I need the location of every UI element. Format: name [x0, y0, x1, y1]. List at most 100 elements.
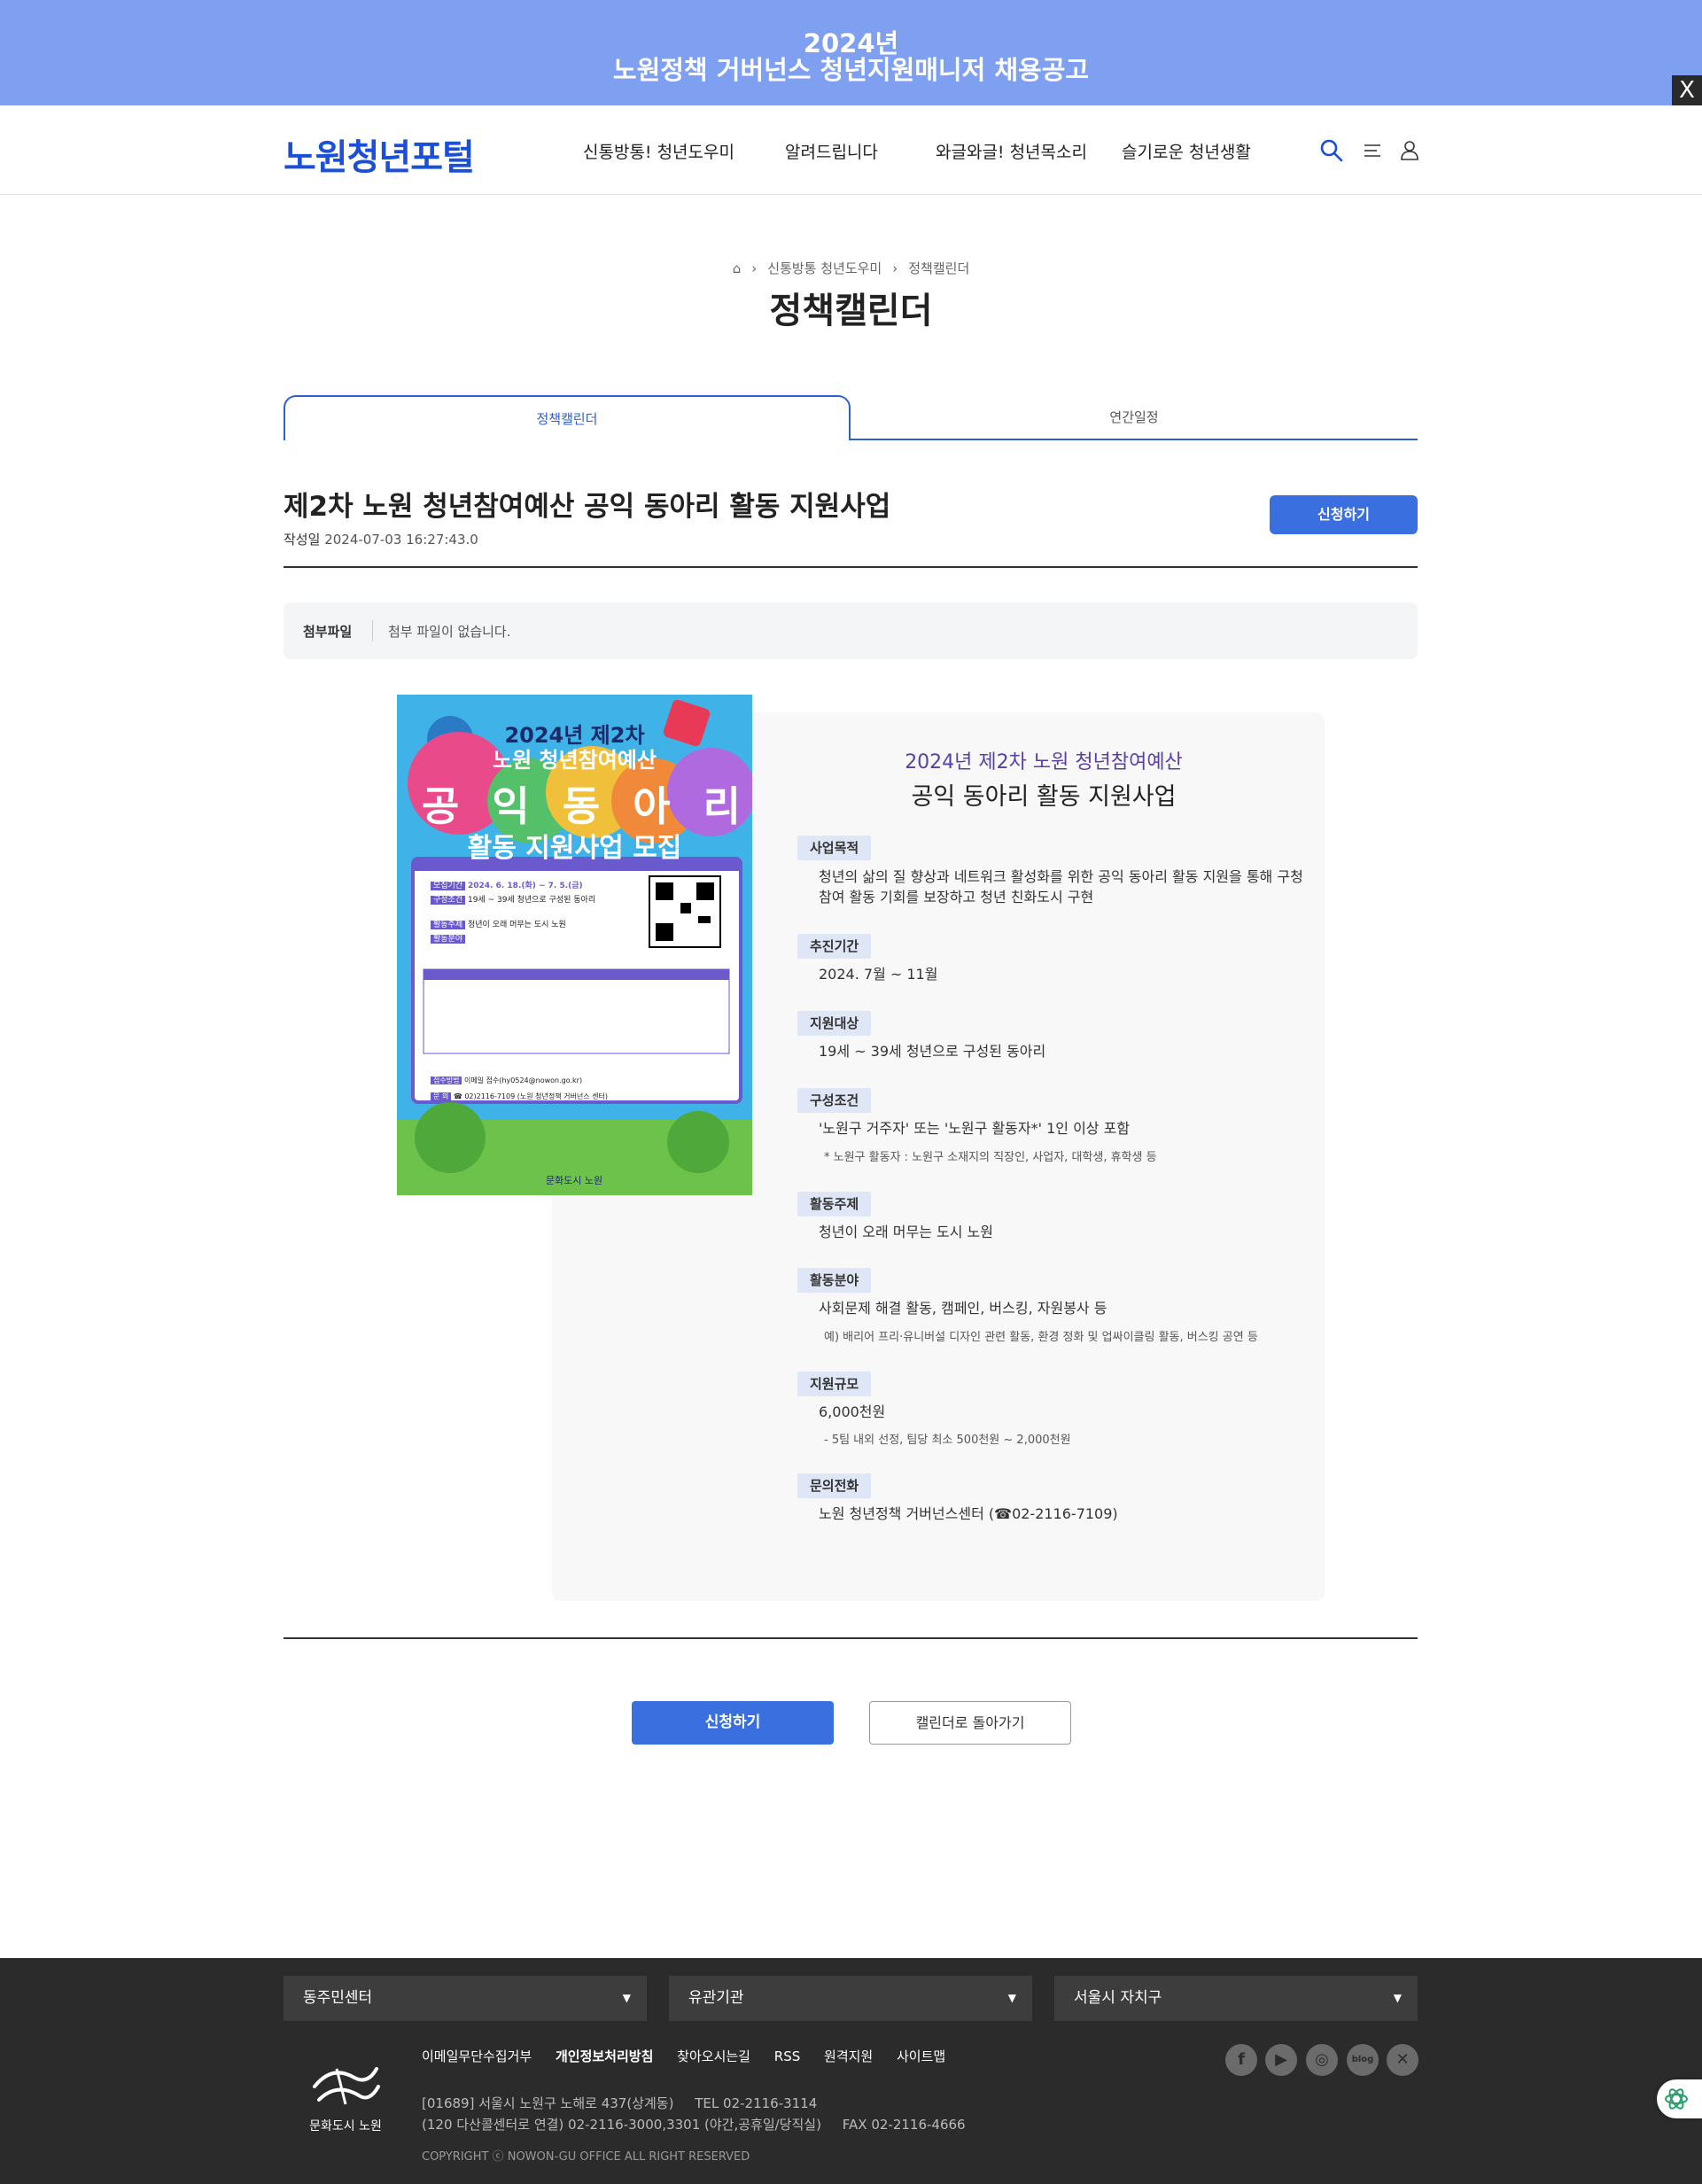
- divider: [284, 1637, 1418, 1639]
- footer-link[interactable]: 사이트맵: [897, 2048, 945, 2064]
- section-note: - 5팀 내외 선정, 팀당 최소 500천원 ~ 2,000천원: [824, 1434, 1071, 1447]
- poster-char: 동: [562, 782, 601, 830]
- section-value: 19세 ~ 39세 청년으로 구성된 동아리: [819, 1043, 1046, 1060]
- page-title: 정책캘린더: [769, 291, 933, 331]
- select-seoul-district[interactable]: 서울시 자치구 ▼: [1054, 1976, 1418, 2021]
- apply-button-bottom[interactable]: 신청하기: [632, 1701, 834, 1745]
- footer-link[interactable]: 이메일무단수집거부: [422, 2048, 532, 2064]
- poster-row: 문 의 ☎ 02)2116-7109 (노원 청년정책 거버넌스 센터): [431, 1092, 732, 1102]
- caret-down-icon: ▼: [1393, 1992, 1402, 2004]
- back-to-calendar-button[interactable]: 캘린더로 돌아가기: [869, 1701, 1071, 1745]
- poster-row: 모집기간 2024. 6. 18.(화) ~ 7. 5.(금): [431, 881, 643, 892]
- footer-address: [01689] 서울시 노원구 노해로 437(상계동) TEL 02-2116…: [422, 2093, 966, 2135]
- banner-close-button[interactable]: X: [1672, 75, 1702, 105]
- breadcrumb-item[interactable]: 신통방통 청년도우미: [767, 260, 882, 276]
- select-related-org[interactable]: 유관기관 ▼: [669, 1976, 1032, 2021]
- user-icon[interactable]: [1396, 137, 1423, 164]
- tab-policy-calendar[interactable]: 정책캘린더: [284, 395, 851, 440]
- menu-icon[interactable]: [1359, 137, 1386, 164]
- poster-row-key: 접수방법: [431, 1076, 462, 1084]
- search-icon[interactable]: [1318, 137, 1345, 164]
- poster-row: 구성조건 19세 ~ 39세 청년으로 구성된 동아리: [431, 895, 643, 906]
- section-value: 청년이 오래 머무는 도시 노원: [819, 1224, 993, 1240]
- poster-char: 아: [633, 782, 671, 830]
- section-note: * 노원구 활동자 : 노원구 소재지의 직장인, 사업자, 대학생, 휴학생 …: [824, 1151, 1157, 1164]
- top-banner[interactable]: 2024년 노원정책 거버넌스 청년지원매니저 채용공고 X: [0, 0, 1702, 105]
- site-logo[interactable]: 노원청년포털: [284, 128, 475, 180]
- footer-link[interactable]: 원격지원: [824, 2048, 873, 2064]
- youtube-icon[interactable]: ▶: [1265, 2044, 1297, 2076]
- footer-link[interactable]: RSS: [774, 2048, 800, 2064]
- caret-down-icon: ▼: [1007, 1992, 1016, 2004]
- divider: [284, 566, 1418, 568]
- poster-row: 접수방법 이메일 접수(hy0524@nowon.go.kr): [431, 1076, 732, 1086]
- nav-item-voice[interactable]: 와글와글! 청년목소리: [936, 139, 1087, 163]
- poster-row-key: 모집기간: [431, 882, 466, 890]
- section-label: 추진기간: [797, 934, 872, 959]
- section-value: 2024. 7월 ~ 11월: [819, 966, 938, 983]
- section-note: 예) 배리어 프리·유니버설 디자인 관련 활동, 환경 정화 및 업싸이클링 …: [824, 1331, 1258, 1344]
- footer-link[interactable]: 찾아오시는길: [677, 2048, 750, 2064]
- footer-links: 이메일무단수집거부 개인정보처리방침 찾아오시는길 RSS 원격지원 사이트맵: [422, 2047, 965, 2065]
- poster-line4: 활동 지원사업 모집: [467, 833, 682, 864]
- facebook-icon[interactable]: f: [1225, 2044, 1257, 2076]
- section-label: 문의전화: [797, 1473, 872, 1498]
- post-date: 작성일 2024-07-03 16:27:43.0: [284, 530, 478, 548]
- attachment-label: 첨부파일: [303, 624, 353, 640]
- footer-logo: 문화도시 노원: [306, 2060, 385, 2133]
- caret-down-icon: ▼: [622, 1992, 631, 2004]
- poster-row-key: 활동분야: [431, 935, 466, 944]
- select-community-center[interactable]: 동주민센터 ▼: [284, 1976, 647, 2021]
- section-label: 활동분야: [797, 1268, 872, 1293]
- chat-assistant-button[interactable]: [1657, 2079, 1702, 2118]
- blog-icon[interactable]: blog: [1347, 2044, 1379, 2076]
- poster-row-value: 2024. 6. 18.(화) ~ 7. 5.(금): [468, 882, 583, 890]
- section-value: 참여 활동 기회를 보장하고 청년 친화도시 구현: [819, 889, 1094, 905]
- poster-rows: 모집기간 2024. 6. 18.(화) ~ 7. 5.(금) 구성조건 19세…: [431, 881, 643, 945]
- poster-row-key: 구성조건: [431, 896, 466, 905]
- section-label: 지원대상: [797, 1011, 872, 1036]
- poster-char: 공: [422, 782, 460, 830]
- nav-item-notice[interactable]: 알려드립니다: [785, 139, 878, 163]
- attachment-bar: 첨부파일 첨부 파일이 없습니다.: [284, 602, 1418, 659]
- poster-row: 활동주제 청년이 오래 머무는 도시 노원: [431, 920, 643, 931]
- address-line: (120 다산콜센터로 연결) 02-2116-3000,3301 (야간,공휴…: [422, 2117, 966, 2133]
- banner-title: 노원정책 거버넌스 청년지원매니저 채용공고: [612, 55, 1090, 85]
- nav-item-life[interactable]: 슬기로운 청년생활: [1122, 139, 1251, 163]
- attachment-value: 첨부 파일이 없습니다.: [388, 624, 511, 640]
- poster-line2: 노원 청년참여예산: [493, 748, 657, 773]
- post-date-label: 작성일: [284, 532, 321, 548]
- section-label: 구성조건: [797, 1088, 872, 1113]
- poster-row-value: 19세 ~ 39세 청년으로 구성된 동아리: [468, 896, 596, 905]
- apply-button[interactable]: 신청하기: [1270, 495, 1418, 534]
- poster-row-value: 이메일 접수(hy0524@nowon.go.kr): [464, 1076, 583, 1084]
- post-title: 제2차 노원 청년참여예산 공익 동아리 활동 지원사업: [284, 491, 891, 523]
- poster-row: 활동분야: [431, 934, 643, 945]
- home-icon[interactable]: ⌂: [733, 260, 742, 276]
- nowon-logo-icon: [313, 2067, 380, 2105]
- instagram-icon[interactable]: ◎: [1306, 2044, 1338, 2076]
- poster-image: 2024년 제2차 노원 청년참여예산 공 익 동 아 리 활동 지원사업 모집…: [397, 695, 752, 1195]
- nav-item-helper[interactable]: 신통방통! 청년도우미: [583, 139, 734, 163]
- section-value: '노원구 거주자' 또는 '노원구 활동자*' 1인 이상 포함: [819, 1120, 1131, 1137]
- x-icon[interactable]: ✕: [1387, 2044, 1418, 2076]
- breadcrumb-item[interactable]: 정책캘린더: [908, 260, 969, 276]
- address-line: [01689] 서울시 노원구 노해로 437(상계동) TEL 02-2116…: [422, 2095, 818, 2111]
- section-value: 청년의 삶의 질 향상과 네트워크 활성화를 위한 공익 동아리 활동 지원을 …: [819, 868, 1303, 885]
- breadcrumb: ⌂ › 신통방통 청년도우미 › 정책캘린더: [0, 259, 1702, 277]
- chevron-right-icon: ›: [751, 260, 758, 276]
- select-label: 서울시 자치구: [1074, 1989, 1162, 2007]
- footer-link[interactable]: 개인정보처리방침: [556, 2048, 653, 2064]
- poster-rows-bottom: 접수방법 이메일 접수(hy0524@nowon.go.kr) 문 의 ☎ 02…: [431, 1076, 732, 1102]
- tab-annual-schedule[interactable]: 연간일정: [851, 395, 1418, 440]
- section-label: 지원규모: [797, 1372, 872, 1396]
- poster-row-value: ☎ 02)2116-7109 (노원 청년정책 거버넌스 센터): [453, 1092, 608, 1100]
- section-value: 사회문제 해결 활동, 캠페인, 버스킹, 자원봉사 등: [819, 1300, 1107, 1317]
- select-label: 동주민센터: [303, 1989, 373, 2007]
- poster-char: 리: [703, 782, 741, 830]
- poster-row-key: 활동주제: [431, 921, 466, 929]
- select-label: 유관기관: [688, 1989, 744, 2007]
- info-title: 공익 동아리 활동 지원사업: [911, 783, 1177, 811]
- poster-row-key: 문 의: [431, 1092, 452, 1100]
- site-header: 노원청년포털 신통방통! 청년도우미 알려드립니다 와글와글! 청년목소리 슬기…: [0, 105, 1702, 195]
